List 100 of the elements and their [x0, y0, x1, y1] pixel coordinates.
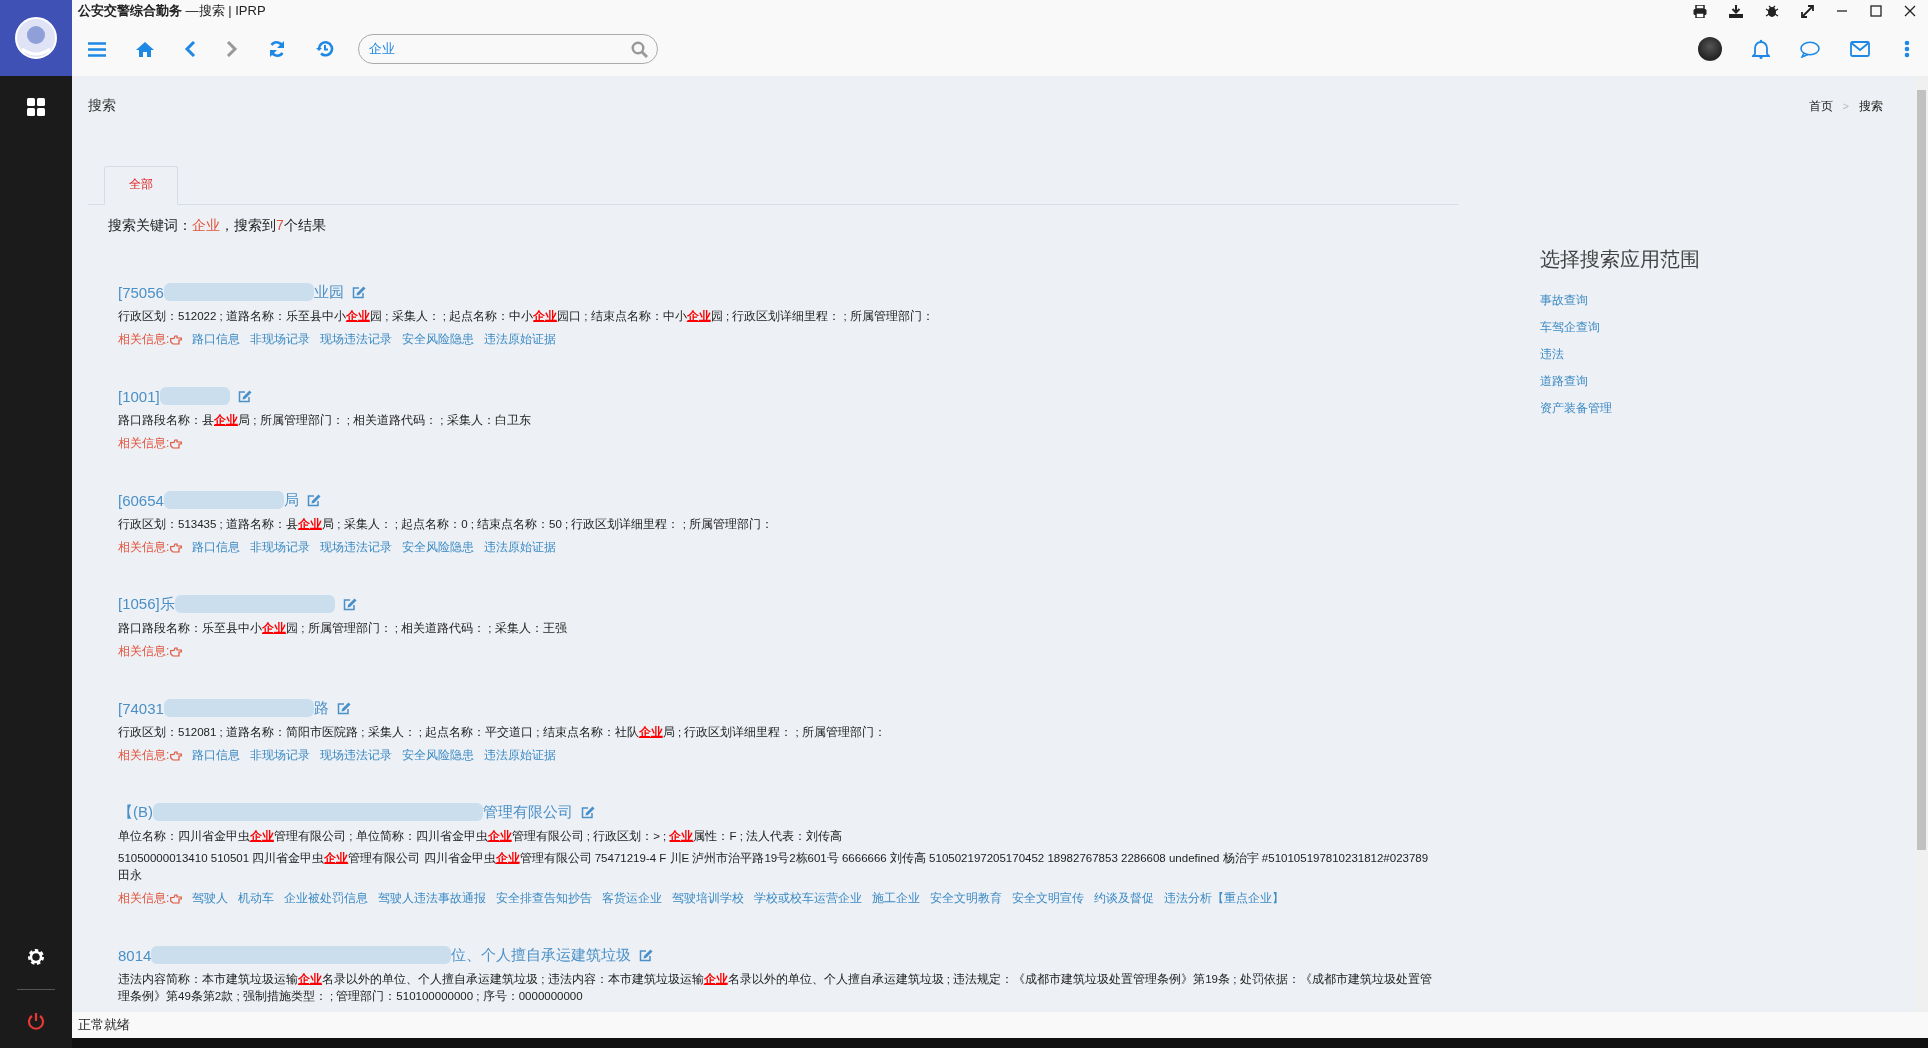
related-link[interactable]: 学校或校车运营企业	[754, 890, 863, 907]
related-link[interactable]: 施工企业	[872, 890, 921, 907]
related-info-label: 相关信息:	[118, 643, 170, 660]
result-title-link[interactable]: 8014	[118, 946, 152, 964]
forward-icon[interactable]	[226, 41, 238, 57]
mail-icon[interactable]	[1850, 41, 1870, 57]
related-link[interactable]: 违法分析【重点企业】	[1164, 890, 1285, 907]
tab[interactable]: 全部	[104, 166, 178, 205]
notification-bell-icon[interactable]	[1752, 39, 1770, 59]
maximize-icon[interactable]	[1870, 5, 1882, 17]
pointing-hand-icon	[170, 646, 183, 657]
settings-icon[interactable]	[26, 947, 46, 967]
edit-icon[interactable]	[237, 389, 252, 403]
refresh-icon[interactable]	[268, 40, 286, 58]
related-link[interactable]: 非现场记录	[250, 747, 311, 764]
avatar[interactable]	[1698, 37, 1722, 61]
result-title-link[interactable]: 管理有限公司	[483, 802, 573, 822]
more-options-icon[interactable]	[1904, 40, 1910, 58]
breadcrumb-separator: >	[1842, 100, 1849, 112]
result-detail: 违法内容简称：本市建筑垃圾运输企业名录以外的单位、个人擅自承运建筑垃圾 ; 违法内容：本市建筑垃圾运输企业名录以外的单位、个人擅自承运建筑垃圾 ; 违法规定：《成都市建筑垃圾处置管理条例》第19条 ; 处罚依据：《成都市建筑垃圾处置管理条例》第49条第2款 ; 强制措施类型： ; 管理部门：510100000000 ; 序号：0000000000	[118, 972, 1433, 1004]
pointing-hand-icon	[170, 750, 183, 761]
print-icon[interactable]	[1693, 4, 1707, 18]
power-icon[interactable]	[27, 1012, 45, 1030]
result-title-link[interactable]: [1056]乐	[118, 594, 175, 614]
result-title-link[interactable]: 业园	[313, 282, 344, 302]
result-detail: 51050000013410 510501 四川省金甲虫企业管理有限公司 四川省金甲虫企业管理有限公司 75471219-4 F 川E 泸州市治平路19号2栋601号 6666666 刘传高 510502197205170452 18982767853 2286608 undefined 杨治宇 #510105197810231812#023789 田永	[118, 851, 1430, 883]
download-icon[interactable]	[1729, 4, 1743, 18]
related-link[interactable]: 路口信息	[192, 539, 241, 556]
related-link[interactable]: 安全文明教育	[930, 890, 1003, 907]
search-field[interactable]: 企业	[358, 34, 658, 64]
home-icon[interactable]	[136, 41, 154, 57]
related-link[interactable]: 现场违法记录	[320, 331, 393, 348]
related-link[interactable]: 现场违法记录	[320, 747, 393, 764]
search-summary: 搜索关键词：企业，搜索到7个结果	[108, 217, 327, 235]
related-link[interactable]: 驾驶人违法事故通报	[378, 890, 487, 907]
result-title-link[interactable]: [60654	[118, 491, 164, 509]
related-link[interactable]: 违法原始证据	[484, 747, 557, 764]
related-link[interactable]: 路口信息	[192, 331, 241, 348]
related-link[interactable]: 安全文明宣传	[1012, 890, 1085, 907]
menu-icon[interactable]	[88, 41, 106, 57]
status-text: 正常就绪	[78, 1016, 130, 1034]
edit-icon[interactable]	[581, 805, 595, 819]
result-title-link[interactable]: 局	[283, 490, 299, 510]
close-icon[interactable]	[1904, 5, 1916, 17]
breadcrumb-item[interactable]: 搜索	[1859, 97, 1883, 115]
related-link[interactable]: 约谈及督促	[1094, 890, 1155, 907]
related-link[interactable]: 路口信息	[192, 747, 241, 764]
result-title-link[interactable]: [74031	[118, 699, 164, 717]
result-title-link[interactable]: [75056	[118, 283, 164, 301]
pointing-hand-icon	[170, 438, 183, 449]
related-link[interactable]: 安全风险隐患	[402, 539, 475, 556]
related-link[interactable]: 安全风险隐患	[402, 331, 475, 348]
result-detail: 行政区划：512022 ; 道路名称：乐至县中小企业园 ; 采集人： ; 起点名称：中小企业园口 ; 结束点名称：中小企业园 ; 行政区划详细里程： ; 所属管理部门：	[118, 309, 935, 324]
dashboard-grid-icon[interactable]	[27, 98, 45, 116]
scope-link[interactable]: 违法	[1540, 341, 1564, 368]
scrollbar[interactable]	[1915, 76, 1928, 1012]
redacted-blur	[159, 387, 230, 405]
chat-bubble-icon[interactable]	[1800, 40, 1820, 58]
history-icon[interactable]	[316, 40, 334, 58]
related-link[interactable]: 安全风险隐患	[402, 747, 475, 764]
result-title-link[interactable]: 位、个人擅自承运建筑垃圾	[451, 945, 632, 965]
scope-link[interactable]: 资产装备管理	[1540, 395, 1612, 422]
edit-icon[interactable]	[306, 493, 321, 507]
scope-link[interactable]: 事故查询	[1540, 287, 1588, 314]
scope-link[interactable]: 车驾企查询	[1540, 314, 1600, 341]
related-link[interactable]: 非现场记录	[250, 539, 311, 556]
result-title-link[interactable]: 【(B)	[118, 802, 153, 822]
related-link[interactable]: 违法原始证据	[484, 539, 557, 556]
result-detail: 行政区划：513435 ; 道路名称：县企业局 ; 采集人： ; 起点名称：0 ; 结束点名称：50 ; 行政区划详细里程： ; 所属管理部门：	[118, 517, 775, 532]
result-detail: 单位名称：四川省金甲虫企业管理有限公司 ; 单位简称：四川省金甲虫企业管理有限公司 ; 行政区划：> ; 企业属性：F ; 法人代表：刘传高	[118, 829, 844, 844]
scope-link[interactable]: 道路查询	[1540, 368, 1588, 395]
page-title: 搜索	[88, 97, 116, 115]
edit-icon[interactable]	[351, 285, 366, 299]
edit-icon[interactable]	[639, 948, 654, 962]
window-title: 公安交警综合勤务 —搜索 | IPRP	[78, 2, 266, 20]
search-icon[interactable]	[631, 41, 648, 58]
related-link[interactable]: 企业被处罚信息	[284, 890, 369, 907]
related-link[interactable]: 驾驶人	[192, 890, 229, 907]
edit-icon[interactable]	[342, 597, 357, 611]
result-title-link[interactable]: [1001]	[118, 387, 160, 405]
scope-panel-title: 选择搜索应用范围	[1540, 246, 1700, 273]
related-link[interactable]: 现场违法记录	[320, 539, 393, 556]
pointing-hand-icon	[170, 893, 183, 904]
related-info-label: 相关信息:	[118, 435, 170, 452]
bug-icon[interactable]	[1765, 4, 1779, 18]
expand-icon[interactable]	[1801, 4, 1814, 18]
related-link[interactable]: 客货运企业	[602, 890, 663, 907]
breadcrumb-item[interactable]: 首页	[1808, 97, 1833, 115]
edit-icon[interactable]	[336, 701, 351, 715]
related-info-label: 相关信息:	[118, 890, 170, 907]
result-title-link[interactable]: 路	[313, 698, 329, 718]
related-link[interactable]: 安全排查告知抄告	[496, 890, 593, 907]
related-link[interactable]: 违法原始证据	[484, 331, 557, 348]
related-link[interactable]: 驾驶培训学校	[672, 890, 745, 907]
related-link[interactable]: 机动车	[238, 890, 275, 907]
pointing-hand-icon	[170, 334, 183, 345]
related-link[interactable]: 非现场记录	[250, 331, 311, 348]
related-info-label: 相关信息:	[118, 747, 170, 764]
back-icon[interactable]	[184, 41, 196, 57]
result-detail: 路口路段名称：乐至县中小企业园 ; 所属管理部门： ; 相关道路代码： ; 采集人：王强	[118, 621, 568, 636]
